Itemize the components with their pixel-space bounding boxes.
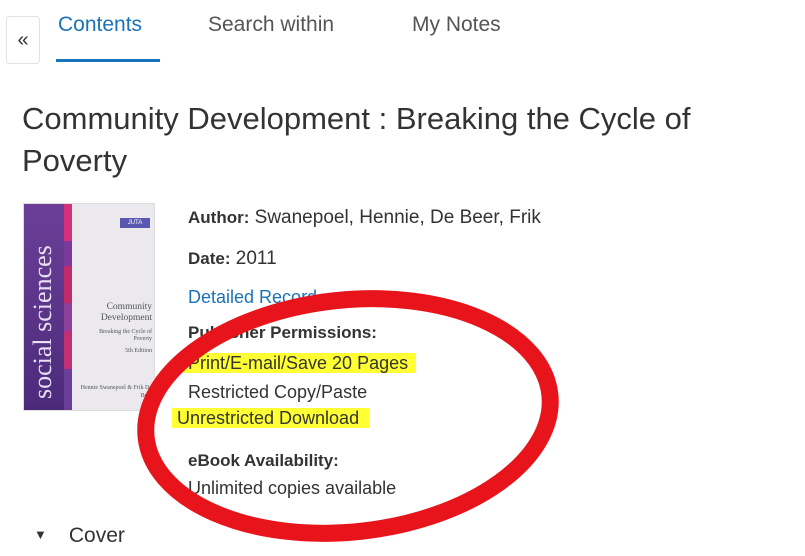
book-title: Community Development : Breaking the Cyc…	[22, 101, 691, 178]
cover-subtitle: Breaking the Cycle of Poverty	[99, 329, 152, 342]
tab-contents[interactable]: Contents	[58, 13, 142, 37]
availability-heading: eBook Availability:	[188, 451, 339, 470]
cover-publisher-logo: JUTA	[120, 218, 150, 228]
permission-print: Print/E-mail/Save 20 Pages	[184, 353, 417, 374]
book-cover-image[interactable]: social sciences JUTA Community Developme…	[23, 203, 155, 411]
permission-copy-paste: Restricted Copy/Paste	[188, 382, 368, 402]
permission-download: Unrestricted Download	[172, 408, 370, 429]
date-value: 2011	[235, 248, 277, 269]
cover-authors: Hennie Swanepoel & Frik De Beer	[80, 385, 152, 399]
detailed-record-link[interactable]: Detailed Record	[188, 287, 317, 308]
date-label: Date:	[188, 249, 231, 268]
cover-edition: 5th Edition	[125, 348, 152, 354]
availability-value: Unlimited copies available	[188, 478, 397, 498]
tab-search-within[interactable]: Search within	[208, 13, 334, 37]
tab-my-notes[interactable]: My Notes	[412, 13, 501, 37]
author-label: Author:	[188, 208, 250, 227]
cover-title: Community Development	[100, 302, 152, 323]
collapse-panel-button[interactable]: «	[6, 16, 40, 64]
caret-down-icon: ▼	[34, 527, 47, 542]
toc-item-cover[interactable]: ▼ Cover	[34, 524, 125, 548]
permissions-heading: Publisher Permissions:	[188, 323, 377, 342]
cover-text-block: Community Development Breaking the Cycle…	[80, 302, 152, 355]
author-value: Swanepoel, Hennie, De Beer, Frik	[254, 207, 541, 228]
cover-stripes	[64, 204, 72, 410]
toc-item-label: Cover	[68, 524, 125, 547]
active-tab-indicator	[56, 59, 160, 62]
date-line: Date: 2011	[188, 248, 277, 270]
author-line: Author: Swanepoel, Hennie, De Beer, Frik	[188, 207, 541, 229]
cover-series-label: social sciences	[28, 245, 57, 399]
